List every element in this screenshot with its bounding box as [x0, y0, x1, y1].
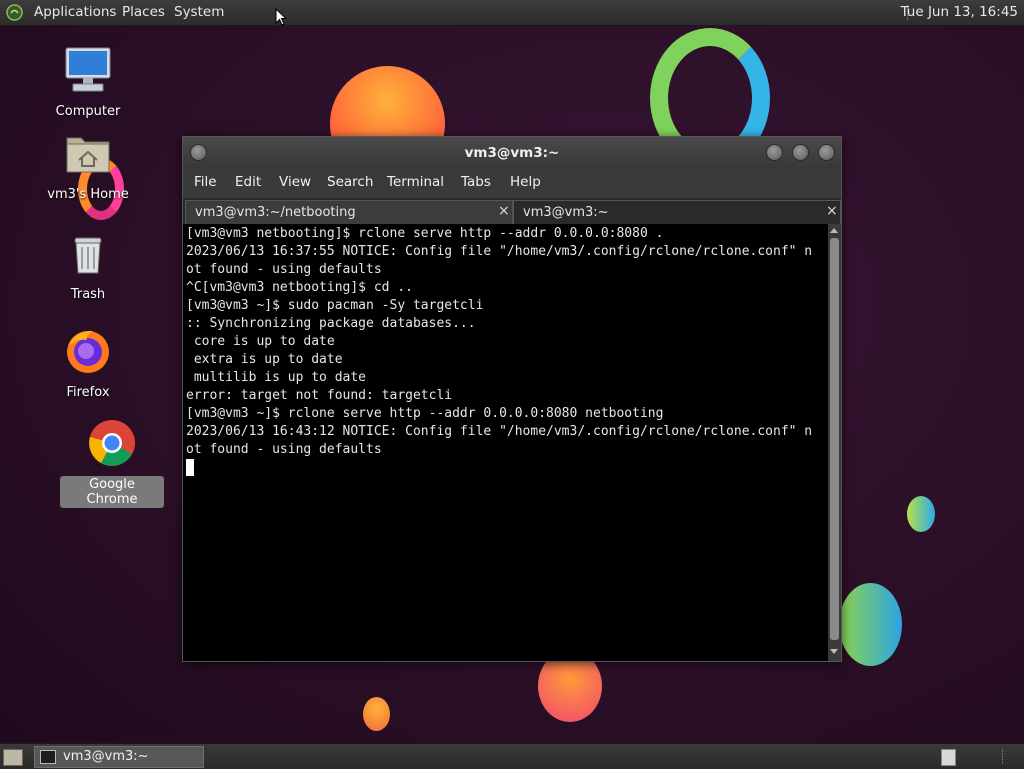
terminal-line: core is up to date	[186, 334, 335, 349]
home-folder-icon	[66, 137, 110, 173]
top-panel: Applications Places System Tue Jun 13, 1…	[0, 0, 1024, 26]
menu-system[interactable]: System	[174, 4, 224, 20]
computer-icon	[65, 47, 111, 92]
wallpaper-blob-tiny	[363, 697, 390, 731]
menu-help[interactable]: Help	[510, 174, 541, 190]
scroll-up-icon[interactable]	[830, 228, 838, 233]
show-desktop-icon[interactable]	[3, 749, 23, 766]
desktop-icon-label: vm3's Home	[47, 187, 129, 202]
desktop-icon-firefox[interactable]: Firefox	[38, 326, 138, 401]
window-title: vm3@vm3:~	[464, 145, 560, 161]
terminal-line: ot found - using defaults	[186, 262, 382, 277]
terminal-icon	[40, 750, 56, 764]
window-titlebar[interactable]: vm3@vm3:~	[183, 137, 841, 168]
tab-home[interactable]: vm3@vm3:~ ×	[513, 200, 841, 225]
terminal-line: ^C[vm3@vm3 netbooting]$ cd ..	[186, 280, 413, 295]
minimize-button[interactable]	[766, 144, 783, 161]
scrollbar[interactable]	[828, 224, 841, 661]
maximize-button[interactable]	[792, 144, 809, 161]
desktop-icon-chrome[interactable]: Google Chrome	[60, 418, 164, 508]
clock[interactable]: Tue Jun 13, 16:45	[901, 4, 1018, 20]
tab-label: vm3@vm3:~/netbooting	[195, 205, 356, 220]
terminal-line: ot found - using defaults	[186, 442, 382, 457]
terminal-line: [vm3@vm3 netbooting]$ rclone serve http …	[186, 226, 664, 241]
menu-file[interactable]: File	[194, 174, 217, 190]
terminal-line: extra is up to date	[186, 352, 343, 367]
desktop-icon-trash[interactable]: Trash	[38, 228, 138, 303]
tab-bar: vm3@vm3:~/netbooting × vm3@vm3:~ ×	[183, 198, 841, 225]
menubar: File Edit View Search Terminal Tabs Help	[183, 168, 841, 198]
terminal-output[interactable]: [vm3@vm3 netbooting]$ rclone serve http …	[183, 224, 828, 661]
taskbar-button-terminal[interactable]: vm3@vm3:~	[34, 746, 204, 768]
terminal-window: vm3@vm3:~ File Edit View Search Terminal…	[182, 136, 842, 662]
trash-icon	[74, 237, 102, 274]
workspace-switcher[interactable]	[941, 749, 956, 766]
tab-close-icon[interactable]: ×	[498, 203, 510, 219]
chrome-icon	[89, 420, 135, 466]
desktop-icon-label: Trash	[70, 287, 106, 302]
panel-separator	[1002, 749, 1006, 764]
scrollbar-thumb[interactable]	[830, 238, 839, 640]
scroll-down-icon[interactable]	[830, 649, 838, 654]
menu-terminal[interactable]: Terminal	[387, 174, 444, 190]
desktop-icon-label: Firefox	[66, 385, 110, 400]
mouse-pointer-icon	[275, 8, 287, 26]
tab-label: vm3@vm3:~	[523, 205, 609, 220]
taskbar-label: vm3@vm3:~	[63, 749, 149, 764]
wallpaper-blob-small	[907, 496, 935, 532]
mate-logo-icon[interactable]	[6, 4, 23, 21]
menu-tabs[interactable]: Tabs	[461, 174, 491, 190]
desktop-icon-label: Computer	[55, 104, 121, 119]
terminal-line: [vm3@vm3 ~]$ rclone serve http --addr 0.…	[186, 406, 664, 421]
menu-view[interactable]: View	[279, 174, 311, 190]
bottom-panel: vm3@vm3:~	[0, 743, 1024, 769]
firefox-icon	[67, 330, 109, 373]
tab-close-icon[interactable]: ×	[826, 203, 838, 219]
close-button[interactable]	[818, 144, 835, 161]
terminal-line: 2023/06/13 16:43:12 NOTICE: Config file …	[186, 424, 813, 439]
desktop-icon-label: Google Chrome	[60, 476, 164, 508]
terminal-line: :: Synchronizing package databases...	[186, 316, 476, 331]
menu-search[interactable]: Search	[327, 174, 373, 190]
terminal-line: multilib is up to date	[186, 370, 367, 385]
terminal-cursor	[186, 459, 194, 476]
menu-places[interactable]: Places	[122, 4, 165, 20]
terminal-line: [vm3@vm3 ~]$ sudo pacman -Sy targetcli	[186, 298, 484, 313]
tab-netbooting[interactable]: vm3@vm3:~/netbooting ×	[185, 200, 513, 225]
terminal-line: error: target not found: targetcli	[186, 388, 453, 403]
menu-edit[interactable]: Edit	[235, 174, 261, 190]
desktop-icon-computer[interactable]: Computer	[38, 45, 138, 120]
terminal-line: 2023/06/13 16:37:55 NOTICE: Config file …	[186, 244, 813, 259]
desktop-icon-home[interactable]: vm3's Home	[38, 128, 138, 203]
menu-applications[interactable]: Applications	[34, 4, 116, 20]
wallpaper-blob-green	[839, 583, 902, 666]
